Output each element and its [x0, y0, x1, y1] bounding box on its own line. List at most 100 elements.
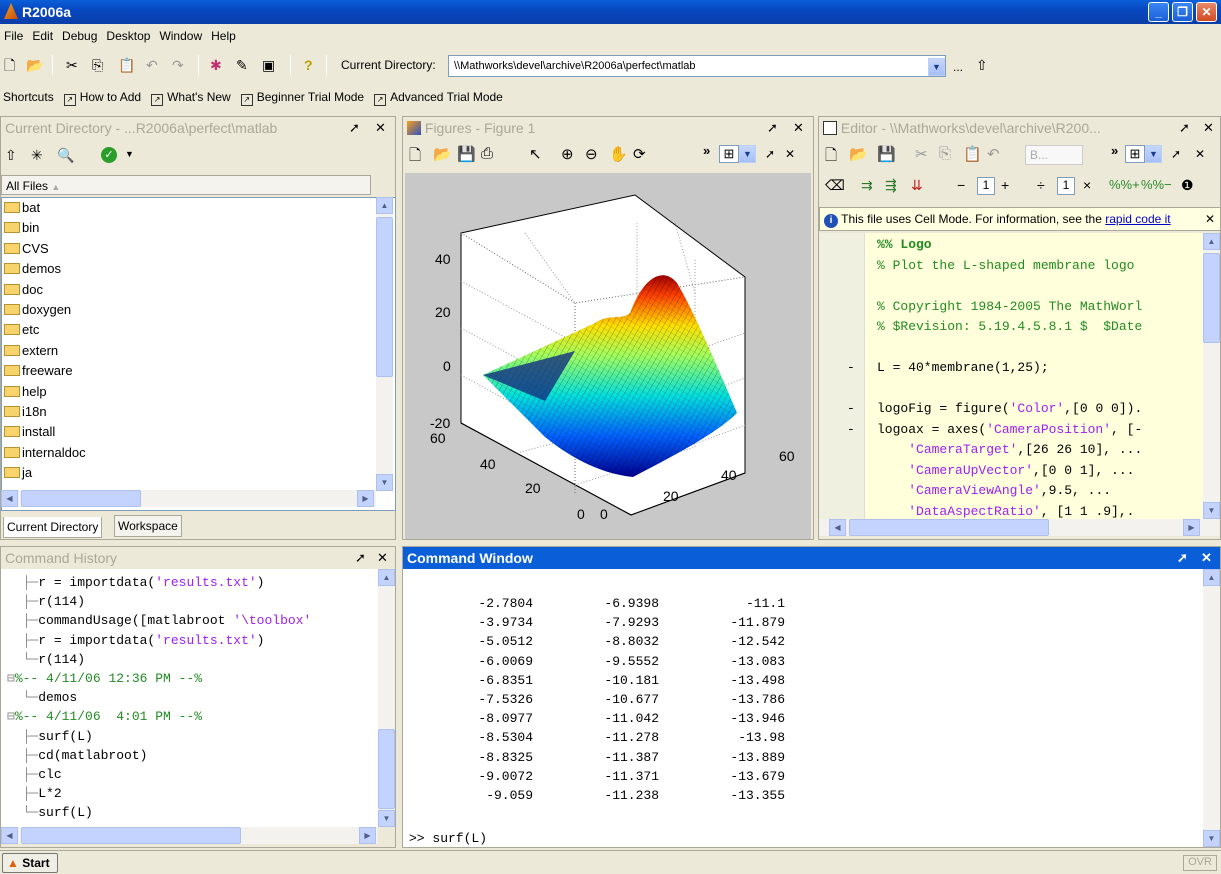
open-file-icon[interactable]: 📂	[433, 145, 452, 163]
new-folder-icon[interactable]: ✳	[31, 147, 43, 164]
scroll-thumb[interactable]	[21, 490, 141, 507]
scroll-thumb[interactable]	[849, 519, 1049, 536]
undo-icon[interactable]: ↶	[146, 56, 158, 74]
save-eval-icon[interactable]: ⇊	[911, 177, 923, 194]
surface-plot[interactable]: 40 20 0 -20 60 40 20 0 0 20 40 60	[405, 173, 811, 539]
close-icon[interactable]: ✕	[785, 147, 795, 161]
list-item[interactable]: bin	[2, 218, 395, 238]
history-entry[interactable]: ├─cd(matlabroot)	[7, 748, 148, 763]
shortcut-beginner[interactable]: Beginner Trial Mode	[257, 90, 364, 104]
undock-icon[interactable]: ➚	[355, 550, 366, 566]
restore-button[interactable]: ❐	[1172, 2, 1193, 22]
chevron-down-icon[interactable]: ▼	[739, 145, 756, 163]
breakpoint-marker[interactable]: -	[847, 422, 855, 437]
minus-icon[interactable]: −	[957, 177, 965, 193]
history-entry[interactable]: ⊟%-- 4/11/06 4:01 PM --%	[7, 709, 202, 724]
list-item[interactable]: install	[2, 422, 395, 442]
close-icon[interactable]: ✕	[377, 550, 388, 566]
history-entry[interactable]: └─r(114)	[7, 652, 85, 667]
scroll-up-icon[interactable]: ▲	[1203, 233, 1220, 250]
scroll-thumb[interactable]	[1203, 253, 1220, 343]
list-item[interactable]: help	[2, 382, 395, 402]
horizontal-scrollbar[interactable]: ◀ ▶	[1, 490, 376, 507]
layout-grid-icon[interactable]: ⊞	[719, 145, 739, 163]
list-item[interactable]: doc	[2, 280, 395, 300]
close-icon[interactable]: ✕	[1195, 147, 1205, 161]
start-button[interactable]: ▲ Start	[2, 853, 58, 873]
horizontal-scrollbar[interactable]: ◀ ▶	[1, 827, 378, 844]
scroll-right-icon[interactable]: ▶	[359, 827, 376, 844]
scroll-down-icon[interactable]: ▼	[1203, 502, 1220, 519]
shortcut-advanced[interactable]: Advanced Trial Mode	[390, 90, 503, 104]
copy-icon[interactable]: ⎘	[939, 145, 951, 162]
undock-icon[interactable]: ➚	[767, 120, 778, 136]
simulink-icon[interactable]: ✱	[210, 56, 222, 74]
menu-window[interactable]: Window	[155, 26, 207, 43]
shortcut-whats-new[interactable]: What's New	[167, 90, 231, 104]
pan-icon[interactable]: ✋	[609, 145, 628, 163]
history-entry[interactable]: ├─L*2	[7, 786, 62, 801]
scroll-left-icon[interactable]: ◀	[1, 827, 18, 844]
tree-connector[interactable]: ⊟	[7, 709, 15, 724]
undock-icon[interactable]: ➚	[765, 147, 775, 161]
save-icon[interactable]: 💾	[877, 145, 896, 163]
insert-cell-icon[interactable]: %%+	[1109, 177, 1140, 192]
paste-icon[interactable]: 📋	[963, 145, 982, 163]
rapid-code-link[interactable]: rapid code it	[1105, 212, 1170, 226]
shortcut-how-to-add[interactable]: How to Add	[80, 90, 141, 104]
undock-icon[interactable]: ➚	[1171, 147, 1181, 161]
folder-up-icon[interactable]: ⇧	[5, 147, 17, 164]
browse-button[interactable]: ...	[953, 60, 963, 74]
tab-current-directory[interactable]: Current Directory	[3, 517, 103, 538]
scroll-right-icon[interactable]: ▶	[357, 490, 374, 507]
new-file-icon[interactable]: 🗋	[4, 56, 15, 74]
horizontal-scrollbar[interactable]: ◀ ▶	[819, 519, 1219, 536]
scroll-down-icon[interactable]: ▼	[376, 474, 393, 491]
profiler-icon[interactable]: ▣	[262, 56, 275, 74]
figure-canvas[interactable]: 40 20 0 -20 60 40 20 0 0 20 40 60	[405, 173, 811, 539]
minimize-button[interactable]: _	[1148, 2, 1169, 22]
new-file-icon[interactable]: 🗋	[825, 145, 837, 170]
scroll-up-icon[interactable]: ▲	[1203, 569, 1220, 586]
list-item[interactable]: freeware	[2, 361, 395, 381]
list-item[interactable]: doxygen	[2, 300, 395, 320]
zoom-in-icon[interactable]: ⊕	[561, 145, 574, 163]
breakpoint-marker[interactable]: -	[847, 360, 855, 375]
eval-cell-icon[interactable]: ⇉	[861, 177, 873, 194]
column-header[interactable]: All Files ▲	[1, 175, 371, 195]
scroll-up-icon[interactable]: ▲	[376, 197, 393, 214]
menu-edit[interactable]: Edit	[28, 26, 58, 43]
history-entry[interactable]: └─demos	[7, 690, 78, 705]
folder-up-icon[interactable]: ⇧	[976, 57, 988, 74]
tab-workspace[interactable]: Workspace	[114, 515, 182, 537]
vertical-scrollbar[interactable]: ▲ ▼	[1203, 233, 1220, 519]
open-file-icon[interactable]: 📂	[849, 145, 868, 163]
code-area[interactable]: %% Logo % Plot the L-shaped membrane logo…	[819, 233, 1203, 519]
menu-help[interactable]: Help	[207, 26, 241, 43]
breakpoint-marker[interactable]: -	[847, 401, 855, 416]
list-item[interactable]: etc	[2, 320, 395, 340]
new-figure-icon[interactable]: 🗋	[409, 145, 421, 170]
print-icon[interactable]: ⎙	[481, 145, 493, 162]
overflow-icon[interactable]: »	[1111, 143, 1118, 158]
divide-icon[interactable]: ÷	[1037, 177, 1045, 193]
chevron-down-icon[interactable]: ▼	[1145, 145, 1162, 163]
history-entry[interactable]: ├─r = importdata('results.txt')	[7, 575, 265, 590]
factor-input[interactable]: 1	[1057, 177, 1075, 195]
list-item[interactable]: bat	[2, 198, 395, 218]
list-item[interactable]: extern	[2, 341, 395, 361]
history-entry[interactable]: ├─clc	[7, 767, 62, 782]
scroll-right-icon[interactable]: ▶	[1183, 519, 1200, 536]
vertical-scrollbar[interactable]: ▲ ▼	[378, 569, 395, 827]
list-item[interactable]: CVS	[2, 239, 395, 259]
scroll-thumb[interactable]	[376, 217, 393, 377]
history-entry[interactable]: └─surf(L)	[7, 805, 93, 820]
paste-icon[interactable]: 📋	[118, 56, 135, 74]
layout-grid-icon[interactable]: ⊞	[1125, 145, 1145, 163]
scroll-thumb[interactable]	[21, 827, 241, 844]
list-item[interactable]: demos	[2, 259, 395, 279]
report-icon[interactable]: ✓	[101, 147, 117, 163]
current-dir-input[interactable]: \\Mathworks\devel\archive\R2006a\perfect…	[448, 55, 946, 77]
cut-icon[interactable]: ✂	[915, 145, 928, 163]
scroll-left-icon[interactable]: ◀	[1, 490, 18, 507]
